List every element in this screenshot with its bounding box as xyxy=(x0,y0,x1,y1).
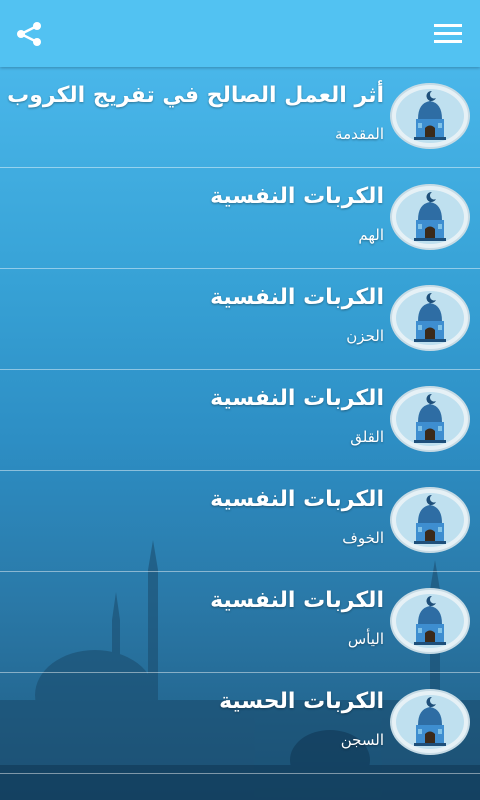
mosque-icon xyxy=(390,386,470,452)
mosque-icon xyxy=(390,689,470,755)
item-title: الكربات النفسية xyxy=(210,184,384,209)
item-subtitle: الهم xyxy=(358,226,384,244)
mosque-icon xyxy=(390,184,470,250)
item-title: الكربات النفسية xyxy=(210,285,384,310)
hamburger-menu-icon[interactable] xyxy=(434,22,462,44)
lessons-list: أثر العمل الصالح في تفريج الكروب المقدمة… xyxy=(0,67,480,774)
item-title: الكربات النفسية xyxy=(210,386,384,411)
item-title: الكربات النفسية xyxy=(210,487,384,512)
item-subtitle: السجن xyxy=(340,731,384,749)
app-bar xyxy=(0,0,480,67)
item-title: أثر العمل الصالح في تفريج الكروب xyxy=(7,83,384,108)
list-item[interactable]: الكربات الحسية السجن xyxy=(0,673,480,774)
item-subtitle: الحزن xyxy=(346,327,384,345)
item-subtitle: الخوف xyxy=(342,529,384,547)
mosque-icon xyxy=(390,83,470,149)
list-item[interactable]: الكربات النفسية القلق xyxy=(0,370,480,471)
list-item[interactable]: الكربات النفسية الحزن xyxy=(0,269,480,370)
list-item[interactable]: أثر العمل الصالح في تفريج الكروب المقدمة xyxy=(0,67,480,168)
item-subtitle: اليأس xyxy=(347,630,384,648)
list-item[interactable]: الكربات النفسية الهم xyxy=(0,168,480,269)
share-icon[interactable] xyxy=(14,19,44,49)
mosque-icon xyxy=(390,588,470,654)
item-subtitle: المقدمة xyxy=(335,125,384,143)
list-item[interactable]: الكربات النفسية اليأس xyxy=(0,572,480,673)
item-subtitle: القلق xyxy=(350,428,384,446)
mosque-icon xyxy=(390,285,470,351)
mosque-icon xyxy=(390,487,470,553)
item-title: الكربات الحسية xyxy=(219,689,384,714)
item-title: الكربات النفسية xyxy=(210,588,384,613)
list-item[interactable]: الكربات النفسية الخوف xyxy=(0,471,480,572)
